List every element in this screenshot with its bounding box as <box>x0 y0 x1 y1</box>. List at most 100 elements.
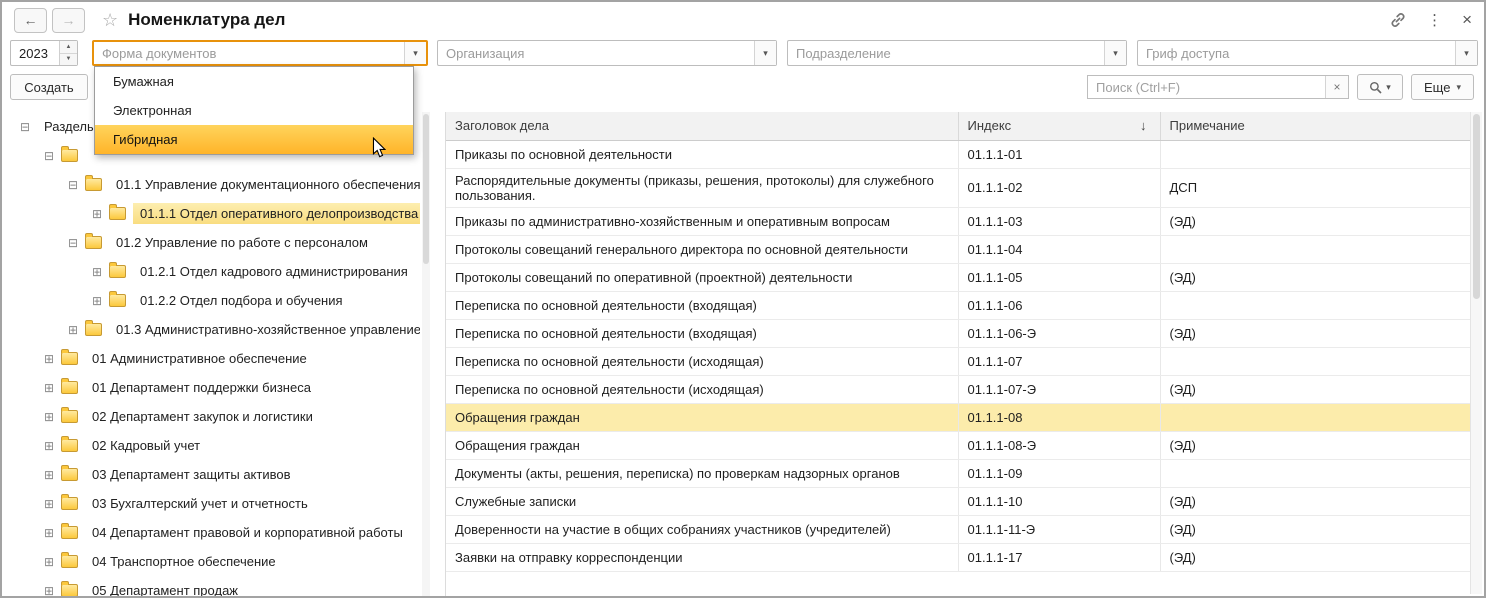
tree-item[interactable]: ⊟ 01.1 Управление документационного обес… <box>8 170 420 199</box>
dropdown-option[interactable]: Электронная <box>95 96 413 125</box>
table-row[interactable]: Переписка по основной деятельности (вход… <box>446 319 1471 347</box>
table-row[interactable]: Приказы по административно-хозяйственным… <box>446 207 1471 235</box>
dropdown-option[interactable]: Бумажная <box>95 67 413 96</box>
tree-item[interactable]: ⊞ 01.2.2 Отдел подбора и обучения <box>8 286 420 315</box>
year-spinner[interactable]: 2023 ▲ ▼ <box>10 40 78 66</box>
organization-combo[interactable]: Организация ▾ <box>437 40 777 66</box>
table-row[interactable]: Переписка по основной деятельности (исхо… <box>446 347 1471 375</box>
table-row[interactable]: Обращения граждан 01.1.1-08 <box>446 403 1471 431</box>
table-scrollbar[interactable] <box>1470 112 1482 594</box>
cell-index[interactable]: 01.1.1-07-Э <box>958 375 1160 403</box>
tree-expander-icon[interactable]: ⊞ <box>42 411 56 423</box>
year-spin-up[interactable]: ▲ <box>60 41 77 54</box>
cell-index[interactable]: 01.1.1-08 <box>958 403 1160 431</box>
tree-item[interactable]: ⊞ 02 Кадровый учет <box>8 431 420 460</box>
cell-index[interactable]: 01.1.1-10 <box>958 487 1160 515</box>
table-scrollbar-thumb[interactable] <box>1473 114 1480 299</box>
tree-expander-icon[interactable]: ⊞ <box>90 295 104 307</box>
tree-expander-icon[interactable]: ⊞ <box>42 556 56 568</box>
search-button[interactable]: ▾ <box>1357 74 1403 100</box>
cell-note[interactable]: ДСП <box>1160 168 1471 207</box>
cell-title[interactable]: Переписка по основной деятельности (исхо… <box>446 375 958 403</box>
tree-expander-icon[interactable]: ⊞ <box>90 208 104 220</box>
department-combo[interactable]: Подразделение ▾ <box>787 40 1127 66</box>
more-button[interactable]: Еще ▾ <box>1411 74 1474 100</box>
year-value[interactable]: 2023 <box>11 41 59 65</box>
cell-note[interactable] <box>1160 140 1471 168</box>
cell-title[interactable]: Обращения граждан <box>446 431 958 459</box>
tree-expander-icon[interactable]: ⊞ <box>90 266 104 278</box>
cell-index[interactable]: 01.1.1-11-Э <box>958 515 1160 543</box>
tree-item[interactable]: ⊞ 05 Департамент продаж <box>8 576 420 596</box>
cell-index[interactable]: 01.1.1-04 <box>958 235 1160 263</box>
cell-title[interactable]: Переписка по основной деятельности (вход… <box>446 291 958 319</box>
table-row[interactable]: Обращения граждан 01.1.1-08-Э (ЭД) <box>446 431 1471 459</box>
cell-title[interactable]: Заявки на отправку корреспонденции <box>446 543 958 571</box>
table-row[interactable]: Служебные записки 01.1.1-10 (ЭД) <box>446 487 1471 515</box>
year-spin-down[interactable]: ▼ <box>60 54 77 66</box>
cell-title[interactable]: Протоколы совещаний по оперативной (прое… <box>446 263 958 291</box>
table-row[interactable]: Доверенности на участие в общих собрания… <box>446 515 1471 543</box>
tree-expander-icon[interactable]: ⊞ <box>42 353 56 365</box>
cell-note[interactable]: (ЭД) <box>1160 431 1471 459</box>
tree-expander-icon[interactable]: ⊞ <box>42 382 56 394</box>
cell-index[interactable]: 01.1.1-09 <box>958 459 1160 487</box>
table-row[interactable]: Распорядительные документы (приказы, реш… <box>446 168 1471 207</box>
chevron-down-icon[interactable]: ▾ <box>404 42 426 64</box>
tree-expander-icon[interactable]: ⊞ <box>42 469 56 481</box>
table-row[interactable]: Документы (акты, решения, переписка) по … <box>446 459 1471 487</box>
cell-title[interactable]: Доверенности на участие в общих собрания… <box>446 515 958 543</box>
tree-expander-icon[interactable]: ⊞ <box>42 498 56 510</box>
back-button[interactable]: ← <box>14 8 47 33</box>
cell-title[interactable]: Обращения граждан <box>446 403 958 431</box>
tree-item[interactable]: ⊞ 03 Департамент защиты активов <box>8 460 420 489</box>
cell-note[interactable]: (ЭД) <box>1160 543 1471 571</box>
tree-expander-icon[interactable]: ⊟ <box>66 237 80 249</box>
cell-title[interactable]: Протоколы совещаний генерального директо… <box>446 235 958 263</box>
column-header-note[interactable]: Примечание <box>1160 112 1471 140</box>
cell-title[interactable]: Распорядительные документы (приказы, реш… <box>446 168 958 207</box>
cell-title[interactable]: Документы (акты, решения, переписка) по … <box>446 459 958 487</box>
chevron-down-icon[interactable]: ▾ <box>1104 41 1126 65</box>
search-input[interactable] <box>1088 76 1325 98</box>
cell-note[interactable]: (ЭД) <box>1160 263 1471 291</box>
cell-note[interactable]: (ЭД) <box>1160 207 1471 235</box>
cell-title[interactable]: Приказы по основной деятельности <box>446 140 958 168</box>
tree-expander-icon[interactable]: ⊟ <box>42 150 56 162</box>
tree-expander-icon[interactable]: ⊞ <box>42 585 56 597</box>
cell-note[interactable]: (ЭД) <box>1160 487 1471 515</box>
cell-note[interactable]: (ЭД) <box>1160 319 1471 347</box>
tree-expander-icon[interactable]: ⊞ <box>42 440 56 452</box>
favorite-star-icon[interactable]: ☆ <box>102 11 118 29</box>
cell-index[interactable]: 01.1.1-08-Э <box>958 431 1160 459</box>
cell-index[interactable]: 01.1.1-02 <box>958 168 1160 207</box>
menu-kebab-icon[interactable]: ⋮ <box>1427 11 1442 29</box>
tree-item[interactable]: ⊞ 01 Департамент поддержки бизнеса <box>8 373 420 402</box>
cell-index[interactable]: 01.1.1-06 <box>958 291 1160 319</box>
cell-index[interactable]: 01.1.1-05 <box>958 263 1160 291</box>
table-row[interactable]: Протоколы совещаний генерального директо… <box>446 235 1471 263</box>
tree-item[interactable]: ⊞ 04 Департамент правовой и корпоративно… <box>8 518 420 547</box>
table-row[interactable]: Приказы по основной деятельности 01.1.1-… <box>446 140 1471 168</box>
cell-index[interactable]: 01.1.1-03 <box>958 207 1160 235</box>
forward-button[interactable]: → <box>52 8 85 33</box>
cell-title[interactable]: Переписка по основной деятельности (вход… <box>446 319 958 347</box>
table-row[interactable]: Протоколы совещаний по оперативной (прое… <box>446 263 1471 291</box>
cell-note[interactable] <box>1160 459 1471 487</box>
chevron-down-icon[interactable]: ▾ <box>754 41 776 65</box>
tree-item[interactable]: ⊞ 01.3 Административно-хозяйственное упр… <box>8 315 420 344</box>
tree-expander-icon[interactable]: ⊟ <box>18 121 32 133</box>
tree-item[interactable]: ⊟ 01.2 Управление по работе с персоналом <box>8 228 420 257</box>
access-level-combo[interactable]: Гриф доступа ▾ <box>1137 40 1478 66</box>
tree-item[interactable]: ⊞ 03 Бухгалтерский учет и отчетность <box>8 489 420 518</box>
cell-note[interactable]: (ЭД) <box>1160 375 1471 403</box>
cell-index[interactable]: 01.1.1-07 <box>958 347 1160 375</box>
cell-index[interactable]: 01.1.1-17 <box>958 543 1160 571</box>
dropdown-option[interactable]: Гибридная <box>95 125 413 154</box>
cell-note[interactable] <box>1160 291 1471 319</box>
close-icon[interactable]: × <box>1462 10 1472 30</box>
cell-note[interactable] <box>1160 347 1471 375</box>
cell-title[interactable]: Переписка по основной деятельности (исхо… <box>446 347 958 375</box>
tree-expander-icon[interactable]: ⊞ <box>66 324 80 336</box>
tree-expander-icon[interactable]: ⊞ <box>42 527 56 539</box>
